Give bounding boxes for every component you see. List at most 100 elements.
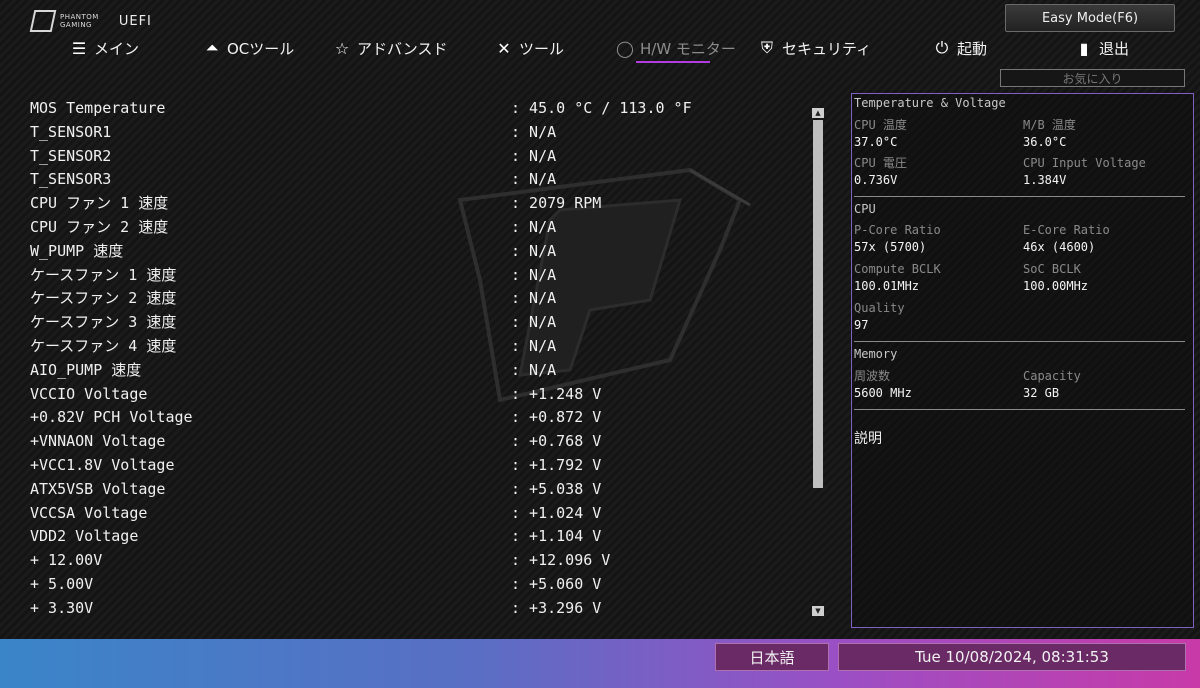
monitor-row[interactable]: + 3.30V: +3.296 V [30,597,810,621]
monitor-row-value: : +1.792 V [511,455,602,474]
monitor-row-value: : 2079 RPM [511,194,602,213]
cpu-voltage: CPU 電圧 0.736V [854,155,907,189]
easy-mode-button[interactable]: Easy Mode(F6) [1005,4,1175,32]
monitor-row-label: W_PUMP 速度 [30,241,124,260]
soc-bclk-value: 100.00MHz [1023,279,1089,293]
rocket-icon: ⏶ [205,38,219,57]
monitor-row-value: : N/A [511,146,557,165]
brand-text: PHANTOM GAMING [60,13,99,29]
monitor-row[interactable]: T_SENSOR2: N/A [30,145,810,169]
star-icon: ☆ [334,38,350,58]
cpu-temp-value: 37.0°C [854,135,898,149]
monitor-row-value: : N/A [511,217,557,236]
soc-bclk: SoC BCLK 100.00MHz [1023,261,1088,295]
divider [854,196,1185,197]
monitor-row[interactable]: CPU ファン 1 速度 : 2079 RPM [30,192,810,216]
monitor-row[interactable]: W_PUMP 速度 : N/A [30,240,810,264]
monitor-row-label: ケースファン 4 速度 [30,336,177,355]
monitor-row-label: T_SENSOR1 [30,122,112,141]
monitor-row-value: : N/A [511,313,557,332]
shield-icon: ⛨ [760,38,773,57]
monitor-row-label: VDD2 Voltage [30,527,139,546]
tab-boot[interactable]: ⏻ 起動 [933,36,987,60]
scroll-down-arrow-icon[interactable]: ▼ [812,606,824,616]
info-panel: Temperature & Voltage CPU 温度 37.0°C M/B … [851,93,1194,628]
monitor-row[interactable]: VCCIO Voltage: +1.248 V [30,383,810,407]
active-tab-underline [636,61,710,63]
cpu-voltage-label: CPU 電圧 [854,156,907,170]
monitor-row-label: ケースファン 1 速度 [30,265,177,284]
monitor-row[interactable]: + 5.00V: +5.060 V [30,573,810,597]
monitor-row[interactable]: +VNNAON Voltage: +0.768 V [30,430,810,454]
monitor-row-value: : N/A [511,122,557,141]
monitor-row-value: : +0.768 V [511,432,602,451]
memory-frequency-value: 5600 MHz [854,386,912,400]
monitor-row[interactable]: T_SENSOR3 : N/A [30,168,810,192]
monitor-row-value: : +12.096 V [511,551,611,570]
language-button[interactable]: 日本語 [715,643,829,671]
pcore-ratio-value: 57x (5700) [854,240,927,254]
cpu-temp-label: CPU 温度 [854,118,907,132]
monitor-row[interactable]: + 12.00V: +12.096 V [30,549,810,573]
memory-frequency-label: 周波数 [854,369,891,383]
tab-label: セキュリティ [782,39,872,58]
monitor-row-label: +0.82V PCH Voltage [30,408,193,427]
monitor-row-value: : +1.248 V [511,384,602,403]
monitor-row[interactable]: T_SENSOR1 : N/A [30,121,810,145]
memory-section-title: Memory [854,347,898,361]
monitor-row-label: + 3.30V [30,598,94,617]
tab-tools[interactable]: ✕ ツール [495,36,564,60]
monitor-row-value: : N/A [511,170,557,189]
cpu-input-voltage-label: CPU Input Voltage [1023,156,1146,170]
monitor-row[interactable]: VCCSA Voltage: +1.024 V [30,502,810,526]
divider [854,409,1185,410]
ecore-ratio-label: E-Core Ratio [1023,223,1110,237]
tab-label: ツール [519,39,565,58]
favorites-button[interactable]: お気に入り [1000,69,1185,87]
monitor-row[interactable]: +0.82V PCH Voltage: +0.872 V [30,406,810,430]
tab-label: H/W モニター [640,39,736,58]
scrollbar[interactable]: ▲ ▼ [812,108,824,616]
brand-logo: PHANTOM GAMING UEFI [29,10,152,32]
compute-bclk-label: Compute BCLK [854,262,941,276]
cpu-quality: Quality 97 [854,300,905,334]
tab-main[interactable]: ☰ メイン [70,36,139,60]
tab-exit[interactable]: ▮ 退出 [1075,36,1129,60]
monitor-row[interactable]: ケースファン 1 速度: N/A [30,264,810,288]
scroll-up-arrow-icon[interactable]: ▲ [812,108,824,118]
monitor-row-value: : N/A [511,336,557,355]
monitor-row[interactable]: +VCC1.8V Voltage: +1.792 V [30,454,810,478]
brand-line-1: PHANTOM [60,13,99,21]
monitor-row[interactable]: ATX5VSB Voltage: +5.038 V [30,478,810,502]
tab-label: OCツール [227,39,295,58]
brand-line-2: GAMING [60,21,92,29]
hw-monitor-list: MOS Temperature: 45.0 °C / 113.0 °F T_SEN… [30,97,810,621]
scrollbar-thumb[interactable] [813,120,823,488]
tab-security[interactable]: ⛨ セキュリティ [758,36,871,60]
tab-oc-tools[interactable]: ⏶ OCツール [203,36,295,60]
monitor-row-value: : N/A [511,289,557,308]
monitor-row[interactable]: MOS Temperature: 45.0 °C / 113.0 °F [30,97,810,121]
memory-capacity: Capacity 32 GB [1023,368,1081,402]
tab-hw-monitor[interactable]: ◯ H/W モニター [616,36,736,60]
monitor-row[interactable]: ケースファン 4 速度 : N/A [30,335,810,359]
cpu-input-voltage-value: 1.384V [1023,173,1067,187]
memory-frequency: 周波数 5600 MHz [854,368,912,402]
monitor-icon: ◯ [616,38,634,58]
monitor-row-label: T_SENSOR3 [30,170,112,189]
monitor-row-value: : N/A [511,241,557,260]
monitor-row-value: : N/A [511,360,557,379]
monitor-row-value: : +1.024 V [511,503,602,522]
monitor-row-label: MOS Temperature [30,99,166,117]
tab-advanced[interactable]: ☆ アドバンスド [333,36,448,60]
monitor-row-label: CPU ファン 1 速度 [30,194,169,213]
monitor-row[interactable]: ケースファン 3 速度: N/A [30,311,810,335]
tab-label: メイン [94,39,140,58]
tab-label: 起動 [957,39,988,58]
monitor-row[interactable]: ケースファン 2 速度: N/A [30,287,810,311]
monitor-row[interactable]: CPU ファン 2 速度: N/A [30,216,810,240]
exit-icon: ▮ [1079,38,1089,58]
monitor-row[interactable]: AIO_PUMP 速度: N/A [30,359,810,383]
cpu-input-voltage: CPU Input Voltage 1.384V [1023,155,1146,189]
monitor-row[interactable]: VDD2 Voltage: +1.104 V [30,525,810,549]
